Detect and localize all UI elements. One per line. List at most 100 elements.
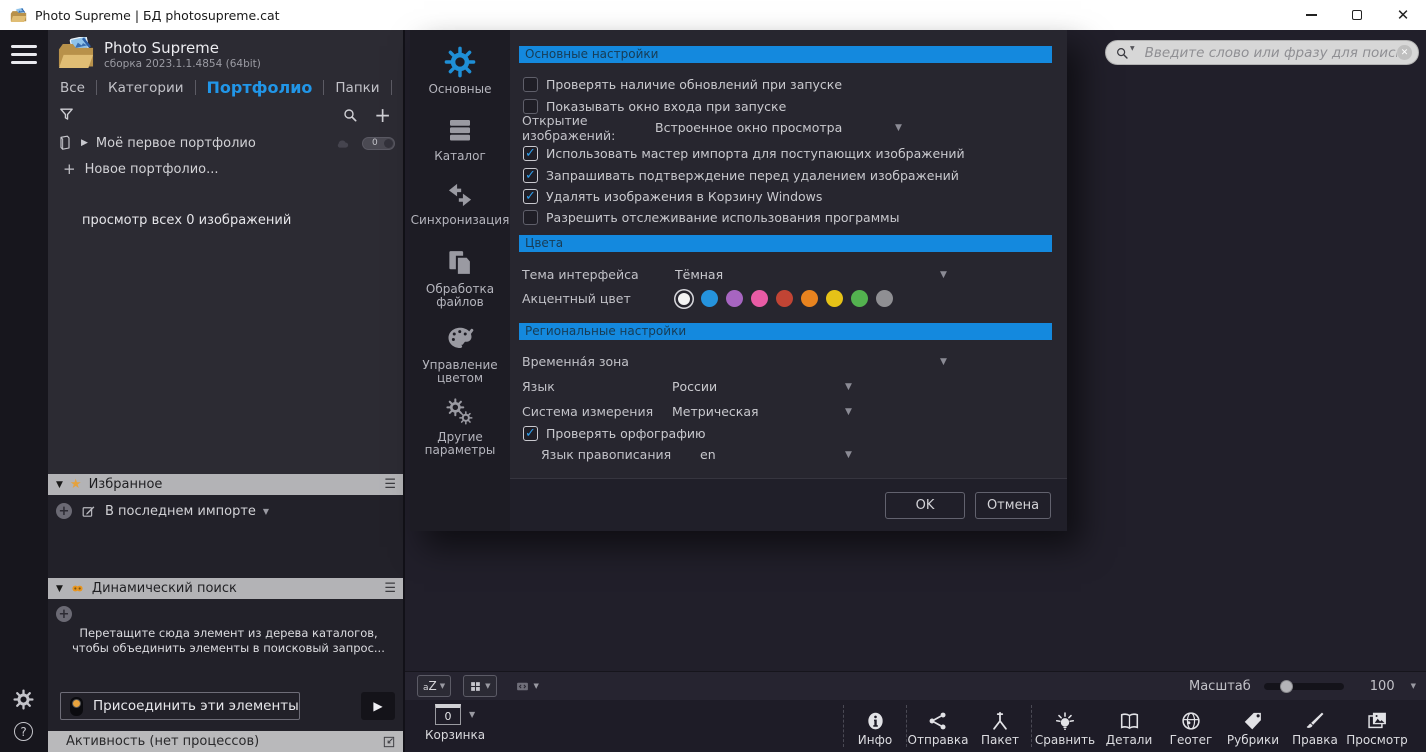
accent-swatch-gray[interactable] [876, 290, 893, 307]
edit-icon[interactable] [81, 504, 96, 519]
settings-tab-other[interactable]: Другие параметры [410, 398, 510, 458]
collapse-triangle-icon[interactable]: ▼ [56, 584, 63, 594]
checkbox-label: Использовать мастер импорта для поступаю… [546, 146, 965, 161]
settings-tab-general[interactable]: Основные [410, 46, 510, 97]
accent-swatch-green[interactable] [851, 290, 868, 307]
clear-search-icon[interactable]: ✕ [1397, 45, 1412, 60]
portfolio-item-label[interactable]: Моё первое портфолио [96, 136, 256, 151]
accent-swatch-orange[interactable] [801, 290, 818, 307]
import-wizard-row[interactable]: Использовать мастер импорта для поступаю… [510, 146, 1067, 161]
tab-categories[interactable]: Категории [97, 80, 195, 96]
close-button[interactable]: ✕ [1380, 0, 1426, 30]
toolbar-edit[interactable]: Правка [1284, 705, 1346, 747]
join-elements-button[interactable]: Присоединить эти элементы [60, 692, 300, 720]
settings-tab-color-management[interactable]: Управление цветом [410, 324, 510, 386]
language-select[interactable]: России [672, 379, 717, 394]
spellcheck-row[interactable]: Проверять орфографию [510, 426, 1067, 441]
search-input[interactable] [1144, 44, 1397, 61]
toolbar-view[interactable]: Просмотр [1346, 705, 1408, 747]
filter-icon[interactable] [58, 106, 75, 123]
new-portfolio-button[interactable]: + Новое портфолио... [48, 160, 403, 178]
tab-all[interactable]: Все [60, 80, 96, 96]
view-all-link[interactable]: просмотр всех 0 изображений [48, 213, 403, 228]
activity-popout-icon[interactable] [382, 735, 396, 749]
toolbar-details[interactable]: Детали [1098, 705, 1160, 747]
accent-swatch-blue[interactable] [701, 290, 718, 307]
measurement-select[interactable]: Метрическая [672, 404, 759, 419]
basket-control[interactable]: 0 ▼ Корзинка [425, 704, 485, 742]
search-options-icon[interactable]: ▼ [1130, 45, 1135, 52]
view-dropdown-icon[interactable]: ▼ [485, 682, 490, 690]
spell-language-select[interactable]: en [700, 447, 716, 462]
count-badge[interactable]: 0 [362, 136, 395, 150]
portfolio-tree-item[interactable]: ▶ Моё первое портфолио 0 [48, 135, 403, 151]
overlay-info-button[interactable]: ▼ [509, 675, 544, 697]
view-mode-button[interactable]: ▼ [463, 675, 497, 697]
confirm-delete-row[interactable]: Запрашивать подтверждение перед удаление… [510, 168, 1067, 183]
dropdown-arrow-icon[interactable]: ▼ [940, 357, 947, 367]
dropdown-arrow-icon[interactable]: ▼ [845, 450, 852, 460]
search-bar[interactable]: ▼ ✕ [1105, 40, 1419, 65]
sort-dropdown-icon[interactable]: ▼ [440, 682, 445, 690]
toolbar-geotag[interactable]: Геотег [1160, 705, 1222, 747]
checkbox[interactable] [523, 77, 538, 92]
add-favorite-icon[interactable]: + [56, 503, 72, 519]
toolbar-rubrics[interactable]: Рубрики [1222, 705, 1284, 747]
search-magnifier-icon[interactable] [1115, 46, 1129, 60]
help-icon[interactable]: ? [14, 722, 33, 741]
toolbar-compare[interactable]: Сравнить [1032, 705, 1098, 747]
settings-tab-file-handling[interactable]: Обработка файлов [410, 248, 510, 310]
toolbar-batch[interactable]: Пакет [969, 705, 1031, 747]
toolbar-info[interactable]: Инфо [844, 705, 906, 747]
toolbar-share[interactable]: Отправка [907, 705, 969, 747]
ok-button[interactable]: OK [885, 491, 965, 519]
basket-icon[interactable]: 0 [434, 704, 461, 725]
checkbox[interactable] [523, 189, 538, 204]
usage-tracking-row[interactable]: Разрешить отслеживание использования про… [510, 210, 1067, 225]
add-icon[interactable]: + [374, 105, 391, 125]
settings-gear-icon[interactable] [13, 689, 34, 710]
last-import-item[interactable]: В последнем импорте [105, 504, 256, 519]
run-search-button[interactable]: ▶ [361, 692, 395, 720]
expand-arrow-icon[interactable]: ▶ [81, 138, 88, 148]
favorites-header[interactable]: ▼ ★ Избранное ☰ [48, 474, 403, 495]
settings-tab-catalog[interactable]: Каталог [410, 115, 510, 164]
cancel-button[interactable]: Отмена [975, 491, 1051, 519]
accent-swatch-pink[interactable] [751, 290, 768, 307]
open-images-select[interactable]: Встроенное окно просмотра [655, 120, 842, 135]
theme-select[interactable]: Тёмная [675, 267, 723, 282]
minimize-button[interactable] [1288, 0, 1334, 30]
add-search-item-icon[interactable]: + [56, 606, 72, 622]
accent-swatch-yellow[interactable] [826, 290, 843, 307]
panel-menu-icon[interactable]: ☰ [384, 581, 396, 596]
panel-menu-icon[interactable]: ☰ [384, 477, 396, 492]
dropdown-arrow-icon[interactable]: ▼ [940, 270, 947, 280]
dynamic-search-header[interactable]: ▼ Динамический поиск ☰ [48, 578, 403, 599]
sort-button[interactable]: aaZZ ▼ [417, 675, 452, 697]
dropdown-arrow-icon[interactable]: ▼ [845, 382, 852, 392]
maximize-button[interactable] [1334, 0, 1380, 30]
checkbox[interactable] [523, 210, 538, 225]
item-dropdown-icon[interactable]: ▼ [263, 507, 269, 516]
main-menu-icon[interactable] [11, 45, 37, 65]
accent-swatch-purple[interactable] [726, 290, 743, 307]
accent-swatch-red[interactable] [776, 290, 793, 307]
search-icon[interactable] [342, 107, 358, 123]
collapse-triangle-icon[interactable]: ▼ [56, 480, 63, 490]
dropdown-arrow-icon[interactable]: ▼ [895, 123, 902, 133]
dropdown-arrow-icon[interactable]: ▼ [845, 407, 852, 417]
check-updates-row[interactable]: Проверять наличие обновлений при запуске [510, 77, 1067, 92]
recycle-bin-row[interactable]: Удалять изображения в Корзину Windows [510, 189, 1067, 204]
tab-folders[interactable]: Папки [324, 80, 390, 96]
tab-portfolio[interactable]: Портфолио [196, 78, 324, 97]
zoom-dropdown-icon[interactable]: ▼ [1411, 682, 1416, 690]
checkbox[interactable] [523, 146, 538, 161]
basket-dropdown-icon[interactable]: ▼ [469, 710, 475, 719]
accent-swatch-white[interactable] [678, 292, 690, 305]
zoom-slider[interactable] [1263, 679, 1344, 693]
overlay-dropdown-icon[interactable]: ▼ [534, 682, 539, 690]
zoom-slider-knob[interactable] [1279, 679, 1293, 693]
checkbox[interactable] [523, 168, 538, 183]
settings-tab-sync[interactable]: Синхронизация [410, 181, 510, 228]
checkbox[interactable] [523, 426, 538, 441]
